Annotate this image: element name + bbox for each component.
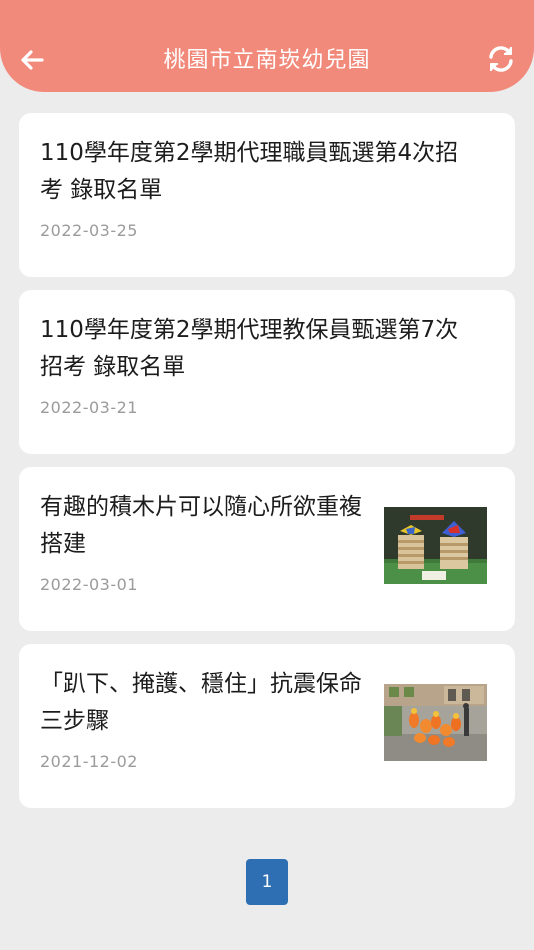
- news-card[interactable]: 110學年度第2學期代理教保員甄選第7次招考 錄取名單 2022-03-21: [19, 290, 515, 454]
- news-list: 110學年度第2學期代理職員甄選第4次招考 錄取名單 2022-03-25 11…: [19, 113, 515, 821]
- news-title: 有趣的積木片可以隨心所欲重複搭建: [40, 494, 362, 557]
- news-date: 2022-03-21: [40, 398, 138, 417]
- building-blocks-thumbnail: [384, 507, 487, 584]
- news-card[interactable]: 有趣的積木片可以隨心所欲重複搭建 2022-03-01: [19, 467, 515, 631]
- news-title: 「趴下、掩護、穩住」抗震保命三步驟: [40, 671, 362, 734]
- page-1-button[interactable]: 1: [246, 859, 288, 905]
- news-card[interactable]: 110學年度第2學期代理職員甄選第4次招考 錄取名單 2022-03-25: [19, 113, 515, 277]
- news-date: 2022-03-01: [40, 575, 138, 594]
- earthquake-drill-thumbnail: [384, 684, 487, 761]
- refresh-icon[interactable]: [486, 44, 516, 74]
- news-card[interactable]: 「趴下、掩護、穩住」抗震保命三步驟 2021-12-02: [19, 644, 515, 808]
- news-title: 110學年度第2學期代理教保員甄選第7次招考 錄取名單: [40, 317, 459, 380]
- news-title: 110學年度第2學期代理職員甄選第4次招考 錄取名單: [40, 140, 459, 203]
- news-date: 2021-12-02: [40, 752, 138, 771]
- page-title: 桃園市立南崁幼兒園: [163, 48, 371, 73]
- app-header: 桃園市立南崁幼兒園: [0, 0, 534, 92]
- news-date: 2022-03-25: [40, 221, 138, 240]
